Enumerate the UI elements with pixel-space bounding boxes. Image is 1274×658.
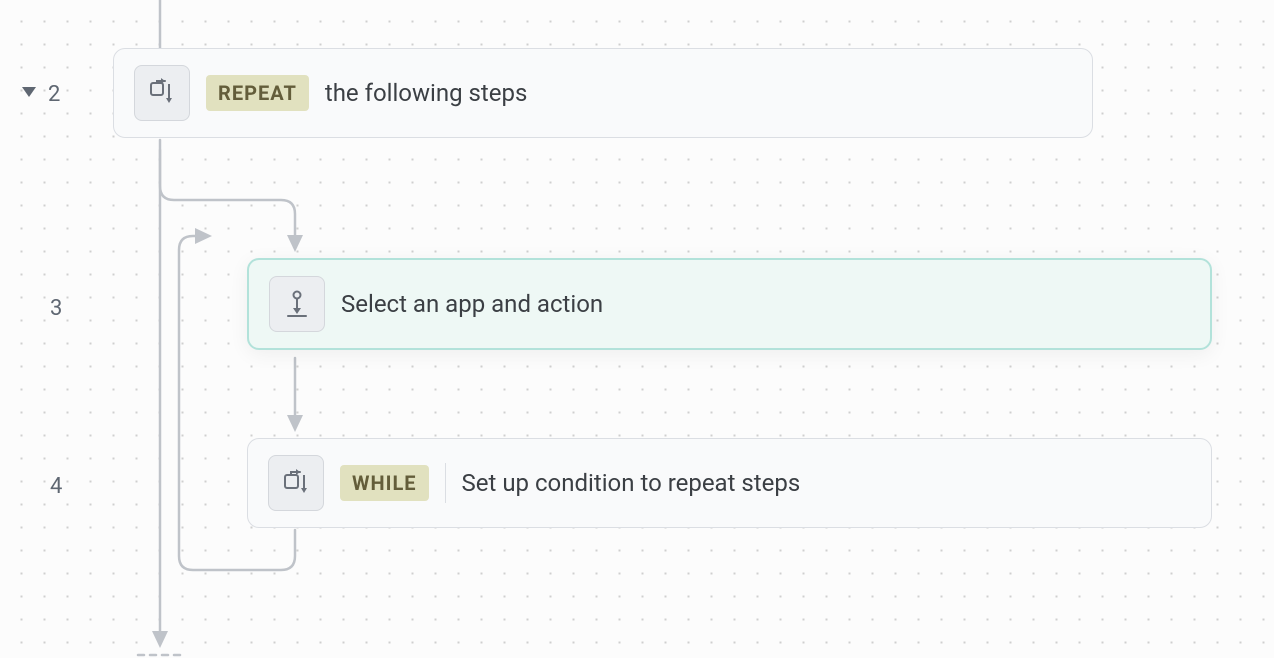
repeat-end-icon [268,455,324,511]
step-number-3: 3 [50,296,62,321]
pin-down-icon [269,276,325,332]
workflow-canvas: 2 3 4 REPEAT the following steps Selec [0,0,1274,658]
while-text: Set up condition to repeat steps [462,469,801,497]
collapse-toggle-icon[interactable] [22,87,36,97]
repeat-text: the following steps [325,79,528,107]
repeat-icon [134,65,190,121]
step-select-card[interactable]: Select an app and action [247,258,1212,350]
step-number-2: 2 [48,82,60,107]
select-text: Select an app and action [341,290,603,318]
while-badge: WHILE [340,465,429,501]
step-repeat-card[interactable]: REPEAT the following steps [113,48,1093,138]
repeat-badge: REPEAT [206,75,309,111]
step-number-4: 4 [50,474,62,499]
step-while-card[interactable]: WHILE Set up condition to repeat steps [247,438,1212,528]
divider [445,463,446,503]
